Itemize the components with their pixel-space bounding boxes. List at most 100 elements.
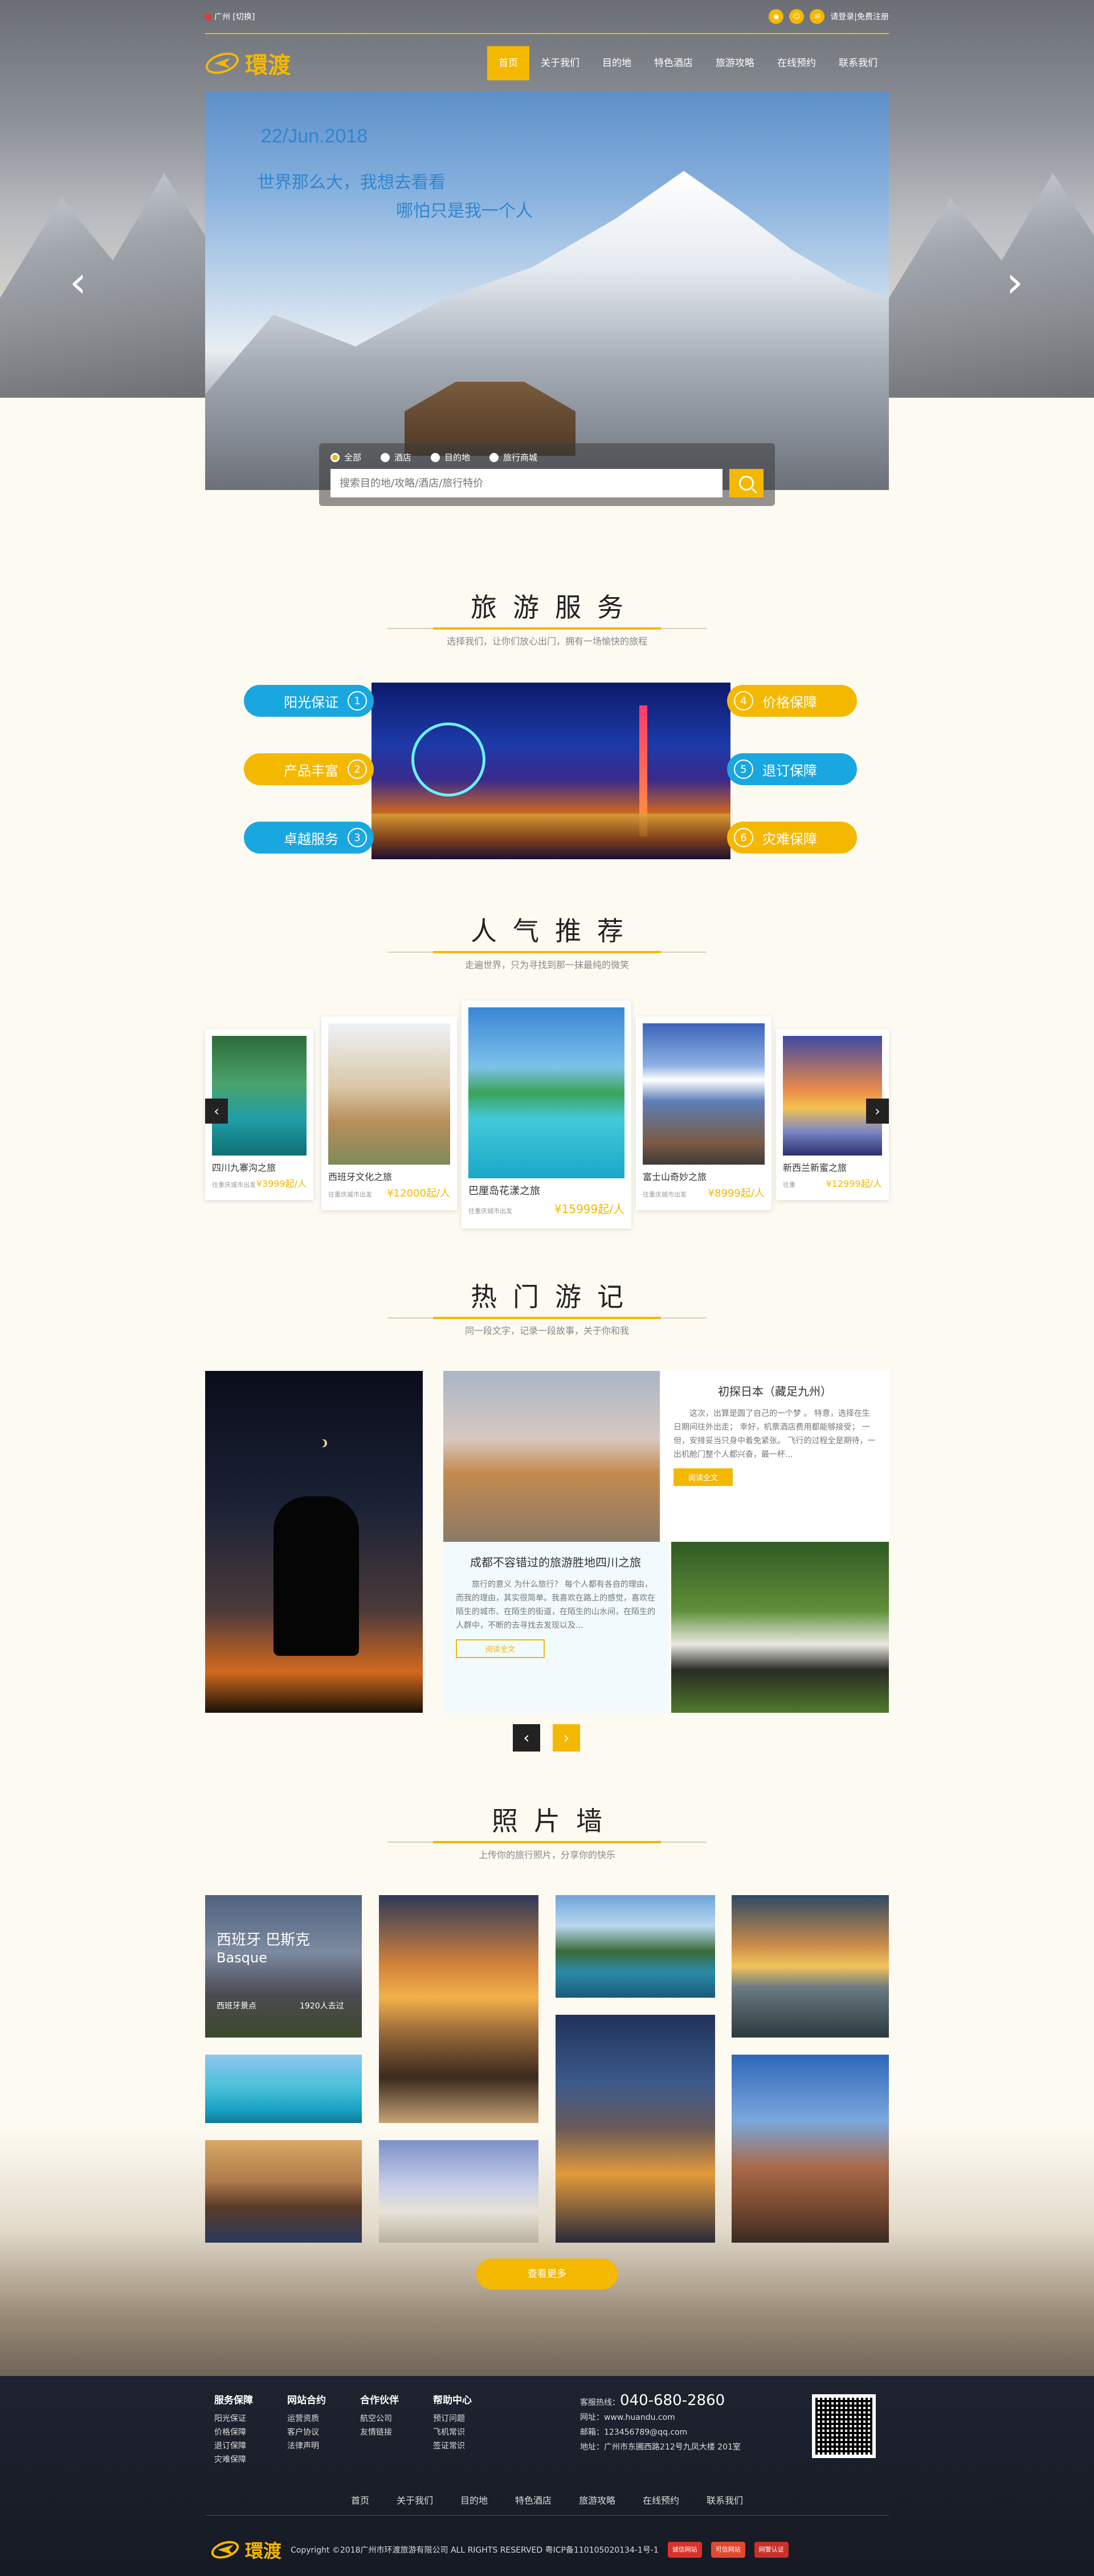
footer-columns: 服务保障 阳光保证 价格保障 退订保障 灾难保障 网站合约 运营资质 客户协议 … [214, 2392, 472, 2467]
service-item-2[interactable]: 产品丰富 2 [244, 753, 374, 785]
footer-site: 网址：www.huandu.com [580, 2413, 675, 2422]
services-subtitle: 选择我们，让你们放心出门，拥有一场愉快的旅程 [446, 636, 647, 647]
nav-contact[interactable]: 联系我们 [827, 46, 889, 80]
footer-link[interactable]: 飞机常识 [433, 2426, 472, 2439]
photos-title: 照片墙 [492, 1806, 618, 1836]
footer-nav-about[interactable]: 关于我们 [397, 2493, 433, 2506]
notes-next-icon[interactable]: › [553, 1724, 580, 1752]
services-title: 旅游服务 [471, 592, 639, 623]
recommend-card[interactable]: 西班牙文化之旅 往重庆城市出发 ¥12000起/人 [321, 1016, 457, 1210]
service-item-6[interactable]: 6 灾难保障 [727, 822, 857, 854]
note-cat-image[interactable] [443, 1371, 660, 1542]
banner-date: 22/Jun.2018 [261, 125, 368, 147]
footer-nav-contact[interactable]: 联系我们 [707, 2493, 743, 2506]
photo-karst-lake[interactable] [556, 1895, 715, 1998]
footer-link[interactable]: 签证常识 [433, 2439, 472, 2453]
view-more-button[interactable]: 查看更多 [476, 2259, 618, 2289]
banner-prev-icon[interactable]: ‹ [64, 259, 92, 305]
nav-hotels[interactable]: 特色酒店 [643, 46, 704, 80]
qr-code [812, 2394, 876, 2458]
nav-destination[interactable]: 目的地 [591, 46, 643, 80]
footer-link[interactable]: 法律声明 [287, 2439, 326, 2453]
qq-icon[interactable]: ☺ [789, 9, 805, 24]
service-item-3[interactable]: 卓越服务 3 [244, 822, 374, 854]
badge-trusted-site[interactable]: 诚信网站 [667, 2542, 702, 2558]
recommend-prev-icon[interactable]: ‹ [205, 1099, 228, 1124]
footer-link[interactable]: 价格保障 [214, 2426, 253, 2439]
badge-police[interactable]: 网警认证 [754, 2542, 789, 2558]
recommend-next-icon[interactable]: › [866, 1099, 889, 1124]
banner-slogan-line1: 世界那么大，我想去看看 [258, 173, 446, 193]
footer-link[interactable]: 阳光保证 [214, 2412, 253, 2426]
search-option-destination[interactable]: 目的地 [431, 451, 470, 463]
note-title: 初探日本（藏足九州） [718, 1385, 832, 1398]
recommend-card[interactable]: 富士山奇妙之旅 往重庆城市出发 ¥8999起/人 [636, 1016, 771, 1210]
service-item-5[interactable]: 5 退订保障 [727, 753, 857, 785]
footer-link[interactable]: 运营资质 [287, 2412, 326, 2426]
footer-nav-guides[interactable]: 旅游攻略 [579, 2493, 615, 2506]
card-image [783, 1036, 882, 1156]
footer-nav-hotels[interactable]: 特色酒店 [515, 2493, 552, 2506]
footer-col-service: 服务保障 阳光保证 价格保障 退订保障 灾难保障 [214, 2392, 253, 2467]
photo-basque[interactable]: 西班牙 巴斯克 Basque 西班牙景点 1920人去过 [205, 1895, 362, 2038]
footer-address: 地址：广州市东圃西路212号九凤大楼 201室 [580, 2443, 741, 2452]
footer-nav-destination[interactable]: 目的地 [460, 2493, 488, 2506]
hotline-number: 040-680-2860 [620, 2392, 725, 2409]
note-panda-image[interactable] [671, 1542, 889, 1713]
photo-sea-sunset[interactable] [732, 1895, 889, 2038]
login-register-link[interactable]: 请登录|免费注册 [830, 11, 889, 22]
footer-link[interactable]: 退订保障 [214, 2439, 253, 2453]
photo-bicycle[interactable] [379, 2140, 538, 2243]
notes-prev-icon[interactable]: ‹ [513, 1724, 540, 1752]
footer-email: 邮箱：123456789@qq.com [580, 2428, 688, 2437]
footer-bottom: 環渡 Copyright ©2018广州市环渡旅游有限公司 ALL RIGHTS… [209, 2537, 789, 2563]
nav-about[interactable]: 关于我们 [529, 46, 591, 80]
banner-next-icon[interactable]: › [1001, 259, 1029, 305]
nav-booking[interactable]: 在线预约 [766, 46, 827, 80]
footer-link[interactable]: 灾难保障 [214, 2453, 253, 2467]
nav-guides[interactable]: 旅游攻略 [704, 46, 766, 80]
notes-heading: 热门游记 同一段文字，记录一段故事，关于你和我 [376, 1276, 718, 1337]
photo-canyon[interactable] [732, 2055, 889, 2243]
footer-link[interactable]: 友情链接 [360, 2426, 399, 2439]
service-item-4[interactable]: 4 价格保障 [727, 685, 857, 717]
search-option-hotel[interactable]: 酒店 [381, 451, 411, 463]
brand-name: 環渡 [245, 52, 291, 79]
card-image [212, 1036, 307, 1156]
card-image [468, 1007, 624, 1178]
search-input[interactable] [330, 469, 723, 497]
recommend-subtitle: 走遍世界，只为寻找到那一抹最纯的微笑 [464, 960, 629, 970]
wechat-icon[interactable]: ✉ [810, 9, 825, 24]
service-item-1[interactable]: 阳光保证 1 [244, 685, 374, 717]
footer-logo[interactable]: 環渡 [209, 2537, 281, 2563]
hero-banner: 22/Jun.2018 世界那么大，我想去看看 哪怕只是我一个人 [205, 91, 889, 490]
footer-nav-booking[interactable]: 在线预约 [643, 2493, 679, 2506]
footer-link[interactable]: 预订问题 [433, 2412, 472, 2426]
logo[interactable]: 環渡 [203, 47, 291, 80]
footer-col-help: 帮助中心 预订问题 飞机常识 签证常识 [433, 2392, 472, 2467]
photo-boat-sunset[interactable] [379, 1895, 538, 2123]
read-more-button[interactable]: 阅读全文 [456, 1639, 545, 1658]
note-silhouette-image[interactable] [205, 1371, 423, 1713]
photo-london[interactable] [205, 2140, 362, 2243]
location-pin-icon [203, 11, 213, 22]
photo-island[interactable] [205, 2055, 362, 2123]
mountain-left-decoration [0, 173, 205, 398]
footer-link[interactable]: 客户协议 [287, 2426, 326, 2439]
nav-home[interactable]: 首页 [487, 46, 529, 80]
recommend-card-featured[interactable]: 巴厘岛花漾之旅 往重庆城市出发 ¥15999起/人 [462, 1001, 631, 1228]
search-button[interactable] [729, 469, 764, 497]
footer-nav-home[interactable]: 首页 [351, 2493, 369, 2506]
photo-city-road[interactable] [556, 2015, 715, 2243]
search-option-mall[interactable]: 旅行商城 [489, 451, 537, 463]
search-option-all[interactable]: 全部 [330, 451, 361, 463]
logo-plane-icon [209, 2537, 242, 2562]
location-switch[interactable]: 广州 [切换] [203, 11, 255, 22]
top-bar-right: ◉ ☺ ✉ 请登录|免费注册 [769, 9, 889, 24]
badge-credible-site[interactable]: 可信网站 [711, 2542, 745, 2558]
read-more-button[interactable]: 阅读全文 [673, 1468, 733, 1486]
weibo-icon[interactable]: ◉ [769, 9, 784, 24]
photos-subtitle: 上传你的旅行照片，分享你的快乐 [478, 1850, 615, 1860]
footer-link[interactable]: 航空公司 [360, 2412, 399, 2426]
top-bar: 广州 [切换] ◉ ☺ ✉ 请登录|免费注册 [203, 0, 889, 34]
